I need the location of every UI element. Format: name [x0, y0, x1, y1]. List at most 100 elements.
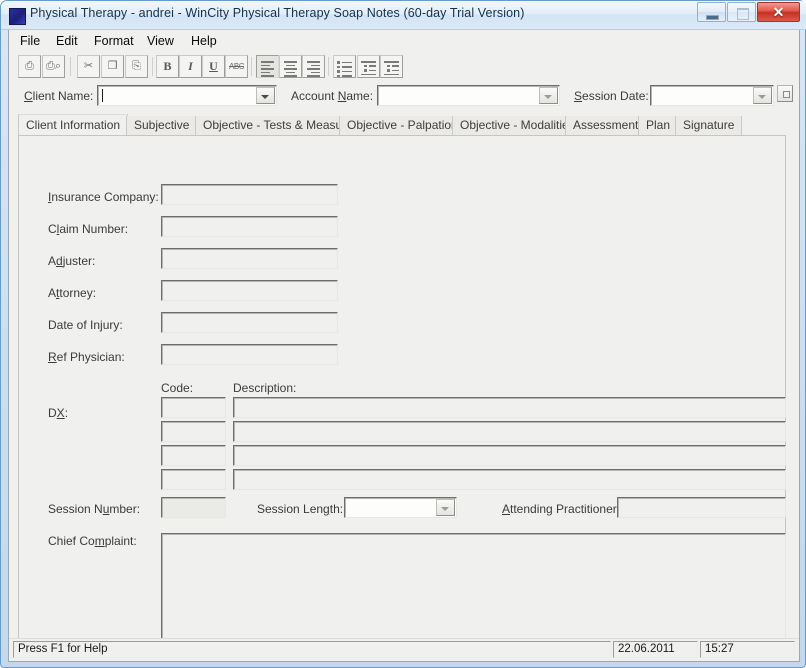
menu-view[interactable]: View — [140, 33, 181, 50]
italic-button[interactable]: I — [179, 55, 202, 78]
paste-button[interactable]: ⎘ — [125, 55, 148, 78]
session-date-combo[interactable] — [650, 85, 774, 106]
session-length-label-pre: Session Len — [257, 502, 324, 516]
chevron-down-icon[interactable] — [436, 499, 455, 516]
align-center-button[interactable] — [279, 55, 302, 78]
increase-indent-button[interactable] — [380, 55, 403, 78]
bullet-list-icon — [337, 61, 352, 79]
italic-icon: I — [188, 59, 193, 73]
dx-code-input-3[interactable] — [161, 445, 226, 466]
adjuster-label: Adjuster: — [48, 254, 95, 268]
attending-practitioner-input[interactable] — [617, 497, 786, 518]
align-right-button[interactable] — [302, 55, 325, 78]
decrease-indent-button[interactable] — [357, 55, 380, 78]
dx-code-input-1[interactable] — [161, 397, 226, 418]
dx-description-input-3[interactable] — [233, 445, 786, 466]
client-name-label: Client Name: — [24, 89, 93, 103]
dx-code-input-2[interactable] — [161, 421, 226, 442]
spellcheck-button[interactable]: ABC — [225, 55, 248, 78]
copy-icon: ❐ — [107, 60, 118, 72]
copy-button[interactable]: ❐ — [101, 55, 124, 78]
underline-button[interactable]: U — [202, 55, 225, 78]
cut-button[interactable]: ✂ — [77, 55, 100, 78]
print-button[interactable]: ⎙ — [18, 55, 41, 78]
chief-complaint-accel: m — [94, 534, 105, 548]
dx-accel: X — [56, 406, 65, 420]
window-title: Physical Therapy - andrei - WinCity Phys… — [30, 6, 525, 20]
account-name-label: Account Name: — [291, 89, 373, 103]
dx-description-input-4[interactable] — [233, 469, 786, 490]
status-time: 15:27 — [700, 641, 795, 658]
cut-icon: ✂ — [83, 60, 94, 72]
chevron-down-icon[interactable] — [256, 87, 275, 104]
text-caret — [102, 89, 103, 102]
claim-number-input[interactable] — [161, 216, 338, 237]
calendar-picker-button[interactable] — [777, 85, 793, 102]
minimize-button[interactable] — [697, 2, 726, 22]
print-icon: ⎙ — [25, 60, 34, 72]
client-name-label-text: lient Name: — [32, 89, 94, 103]
adjuster-label-pre: A — [48, 254, 57, 268]
align-left-button[interactable] — [256, 55, 279, 78]
tab-objective-modalities[interactable]: Objective - Modalities — [452, 116, 583, 135]
status-help-text: Press F1 for Help — [13, 641, 611, 658]
tab-assessment[interactable]: Assessment — [565, 116, 647, 135]
session-date-label: Session Date: — [574, 89, 649, 103]
attending-practitioner-label: Attending Practitioner: — [502, 502, 620, 516]
chief-complaint-label-pre: Chief Co — [48, 534, 95, 548]
dx-description-input-1[interactable] — [233, 397, 786, 418]
title-bar[interactable]: Physical Therapy - andrei - WinCity Phys… — [1, 1, 806, 30]
top-field-row: Client Name: Account Name: Session Date: — [9, 81, 799, 111]
session-length-combo[interactable] — [344, 497, 457, 518]
dx-description-input-2[interactable] — [233, 421, 786, 442]
claim-number-label-post: aim Number: — [59, 222, 129, 236]
dx-code-input-4[interactable] — [161, 469, 226, 490]
attorney-input[interactable] — [161, 280, 338, 301]
session-number-label-post: mber: — [109, 502, 141, 516]
spellcheck-icon: ABC — [229, 62, 244, 71]
chevron-down-icon[interactable] — [539, 87, 558, 104]
session-date-label-text: ession Date: — [582, 89, 649, 103]
menu-format[interactable]: Format — [87, 33, 141, 50]
close-button[interactable]: ✕ — [757, 2, 800, 22]
menu-bar: File Edit Format View Help — [9, 30, 799, 52]
attorney-label-pre: A — [48, 286, 57, 300]
menu-edit[interactable]: Edit — [49, 33, 85, 50]
minimize-icon — [706, 15, 719, 20]
client-name-combo[interactable] — [97, 85, 277, 106]
close-icon: ✕ — [772, 4, 785, 20]
session-number-label-pre: Session N — [48, 502, 103, 516]
chevron-down-icon[interactable] — [753, 87, 772, 104]
tab-objective-palpation[interactable]: Objective - Palpation — [339, 116, 466, 135]
account-name-label-post: ame: — [346, 89, 374, 103]
status-bar: Press F1 for Help 22.06.2011 15:27 — [9, 638, 799, 661]
tab-plan[interactable]: Plan — [638, 116, 679, 135]
toolbar-separator — [328, 57, 329, 76]
tab-client-information[interactable]: Client Information — [18, 114, 129, 136]
session-number-input[interactable] — [161, 497, 226, 518]
ref-physician-accel: R — [48, 350, 57, 364]
chief-complaint-textarea[interactable] — [161, 533, 786, 649]
session-date-accel: S — [574, 89, 583, 103]
bullet-list-button[interactable] — [333, 55, 356, 78]
account-name-combo[interactable] — [377, 85, 560, 106]
tab-signature[interactable]: Signature — [675, 116, 743, 135]
menu-help[interactable]: Help — [184, 33, 224, 50]
adjuster-label-post: juster: — [62, 254, 96, 268]
print-preview-button[interactable]: ⎙⌕ — [42, 55, 65, 78]
insurance-company-input[interactable] — [161, 184, 338, 205]
dx-description-header: Description: — [233, 381, 297, 395]
claim-number-label: Claim Number: — [48, 222, 128, 236]
bold-button[interactable]: B — [156, 55, 179, 78]
adjuster-input[interactable] — [161, 248, 338, 269]
maximize-button[interactable] — [727, 2, 756, 22]
menu-file[interactable]: File — [13, 33, 47, 50]
status-date: 22.06.2011 — [613, 641, 698, 658]
date-of-injury-input[interactable] — [161, 312, 338, 333]
toolbar-separator — [70, 57, 71, 76]
tab-strip: Client Information Subjective Objective … — [18, 114, 786, 136]
ref-physician-input[interactable] — [161, 344, 338, 365]
tab-subjective[interactable]: Subjective — [126, 116, 198, 135]
attending-practitioner-accel: A — [502, 502, 511, 516]
session-number-label: Session Number: — [48, 502, 140, 516]
